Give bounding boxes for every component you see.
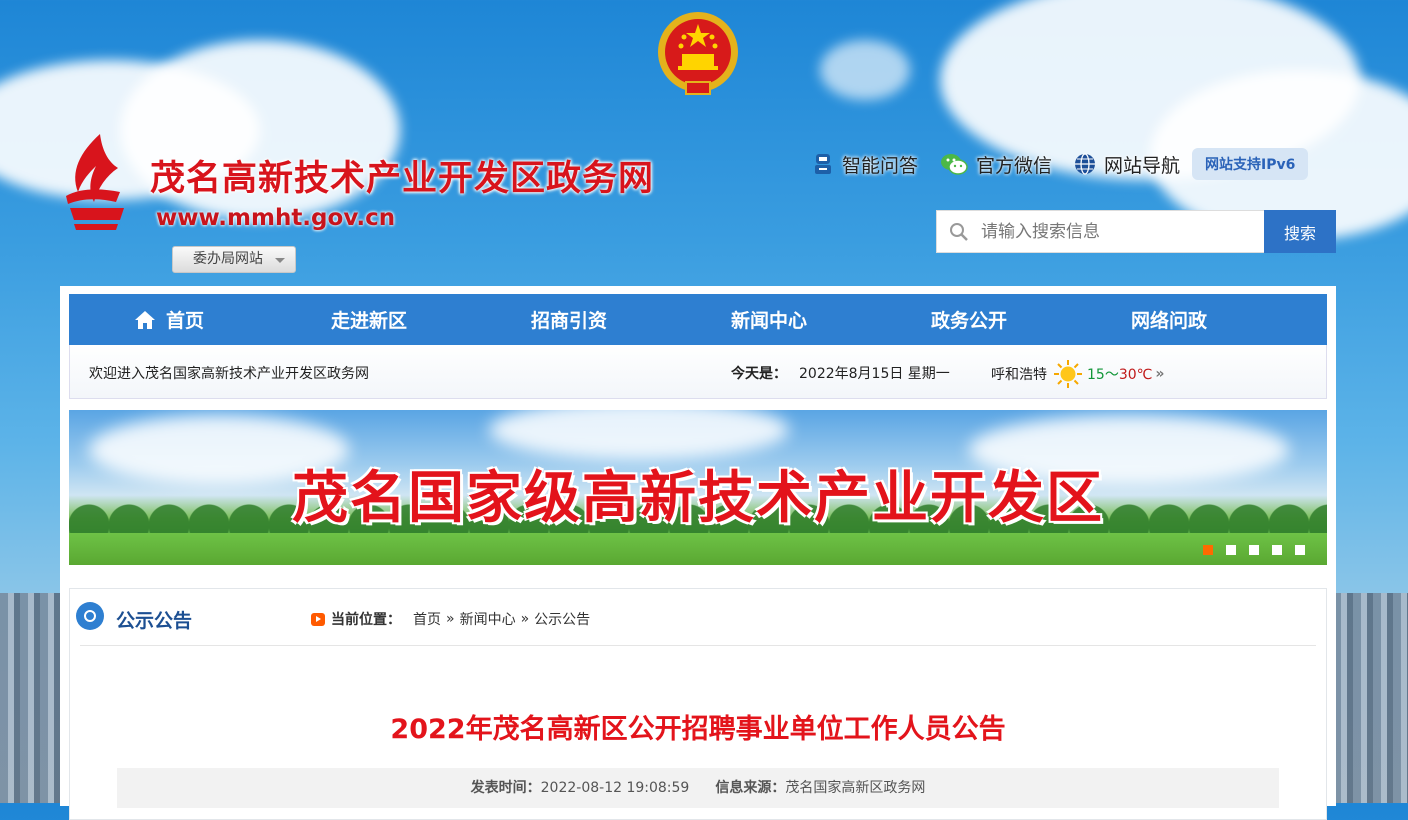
globe-icon [1075, 153, 1096, 175]
bg-cloud [820, 40, 910, 100]
temp-low: 15～ [1087, 367, 1119, 383]
wechat-link[interactable]: 官方微信 [940, 151, 1052, 178]
smart-qa-label: 智能问答 [842, 154, 919, 177]
banner-headline: 茂名国家级高新技术产业开发区 [292, 466, 1104, 531]
main-nav: 首页 走进新区 招商引资 新闻中心 政务公开 网络问政 [69, 294, 1327, 345]
ipv6-badge: 网站支持IPv6 [1192, 148, 1309, 180]
section-header: 公示公告 当前位置： 首页 » 新闻中心 » 公示公告 [70, 589, 1326, 645]
weather-temp: 15～30℃ [1087, 364, 1152, 384]
article-title: 2022年茂名高新区公开招聘事业单位工作人员公告 [390, 714, 1006, 745]
section-divider [80, 645, 1316, 646]
breadcrumb-news[interactable]: 新闻中心 [460, 609, 516, 629]
source-label: 信息来源： [715, 780, 786, 796]
today-label: 今天是： [731, 366, 787, 382]
section-title: 公示公告 [116, 610, 193, 632]
national-emblem-icon [658, 12, 738, 95]
article-meta: 发表时间：2022-08-12 19:08:59 信息来源：茂名国家高新区政务网 [117, 768, 1279, 808]
search-icon [950, 222, 968, 241]
weather-city: 呼和浩特 [991, 367, 1047, 383]
breadcrumb-home[interactable]: 首页 [413, 609, 441, 629]
site-title: 茂名高新技术产业开发区政务网 [150, 159, 655, 199]
date-text: 2022年8月15日 星期一 [799, 366, 950, 382]
search-button[interactable]: 搜索 [1264, 210, 1336, 253]
publish-label: 发表时间： [470, 780, 541, 796]
temp-high: 30℃ [1118, 367, 1153, 383]
nav-item-investment[interactable]: 招商引资 [469, 294, 669, 345]
site-nav-link[interactable]: 网站导航 [1074, 151, 1180, 178]
wechat-icon [941, 154, 968, 175]
content-section: 公示公告 当前位置： 首页 » 新闻中心 » 公示公告 2022年茂名高新区公开… [69, 588, 1327, 820]
nav-item-news[interactable]: 新闻中心 [669, 294, 869, 345]
slide-dot[interactable] [1226, 545, 1236, 555]
site-nav-label: 网站导航 [1104, 154, 1181, 177]
location-label: 当前位置： [331, 612, 401, 628]
section-icon [76, 602, 104, 630]
search-input[interactable] [979, 220, 1253, 243]
hero-banner[interactable]: 茂名国家级高新技术产业开发区 [69, 410, 1327, 565]
top-links: 智能问答 官方微信 网站导航 网站支持IPv6 [812, 148, 1309, 180]
sun-icon [1054, 360, 1082, 388]
breadcrumb-notice[interactable]: 公示公告 [534, 609, 590, 629]
dropdown-label: 委办局网站 [193, 251, 263, 267]
nav-item-about[interactable]: 走进新区 [269, 294, 469, 345]
home-icon [134, 310, 155, 329]
department-sites-dropdown[interactable]: 委办局网站 [172, 246, 296, 273]
slide-dot[interactable] [1272, 545, 1282, 555]
breadcrumb-separator: » [520, 611, 530, 627]
nav-item-label: 首页 [165, 310, 204, 332]
publish-time: 2022-08-12 19:08:59 [540, 780, 690, 796]
chevron-down-icon [275, 258, 285, 263]
weather-more-icon[interactable]: » [1155, 366, 1164, 382]
breadcrumb: 当前位置： 首页 » 新闻中心 » 公示公告 [311, 609, 590, 629]
slide-dot[interactable] [1295, 545, 1305, 555]
date-display: 今天是： 2022年8月15日 星期一 [731, 363, 950, 383]
site-url[interactable]: www.mmht.gov.cn [156, 205, 395, 231]
article-source: 茂名国家高新区政务网 [785, 780, 926, 796]
info-bar: 欢迎进入茂名国家高新技术产业开发区政务网 今天是： 2022年8月15日 星期一 … [69, 345, 1327, 399]
slide-indicator [1190, 545, 1305, 555]
weather-widget[interactable]: 呼和浩特 15～30℃ » [991, 359, 1164, 389]
slide-dot[interactable] [1203, 545, 1213, 555]
smart-qa-link[interactable]: 智能问答 [812, 151, 918, 178]
bg-city-right [1333, 593, 1408, 803]
nav-item-government[interactable]: 政务公开 [869, 294, 1069, 345]
slide-dot[interactable] [1249, 545, 1259, 555]
robot-icon [815, 154, 831, 174]
search-bar: 搜索 [936, 210, 1336, 253]
banner-grass [69, 533, 1327, 565]
search-box [936, 210, 1264, 253]
wechat-label: 官方微信 [976, 154, 1053, 177]
main-panel: 首页 走进新区 招商引资 新闻中心 政务公开 网络问政 欢迎进入茂名国家高新技术… [60, 286, 1336, 820]
breadcrumb-separator: » [446, 611, 455, 627]
welcome-text: 欢迎进入茂名国家高新技术产业开发区政务网 [89, 366, 369, 382]
zone-logo-icon[interactable] [60, 132, 134, 232]
nav-item-home[interactable]: 首页 [69, 294, 269, 345]
play-icon [311, 612, 325, 626]
nav-item-inquiry[interactable]: 网络问政 [1069, 294, 1269, 345]
